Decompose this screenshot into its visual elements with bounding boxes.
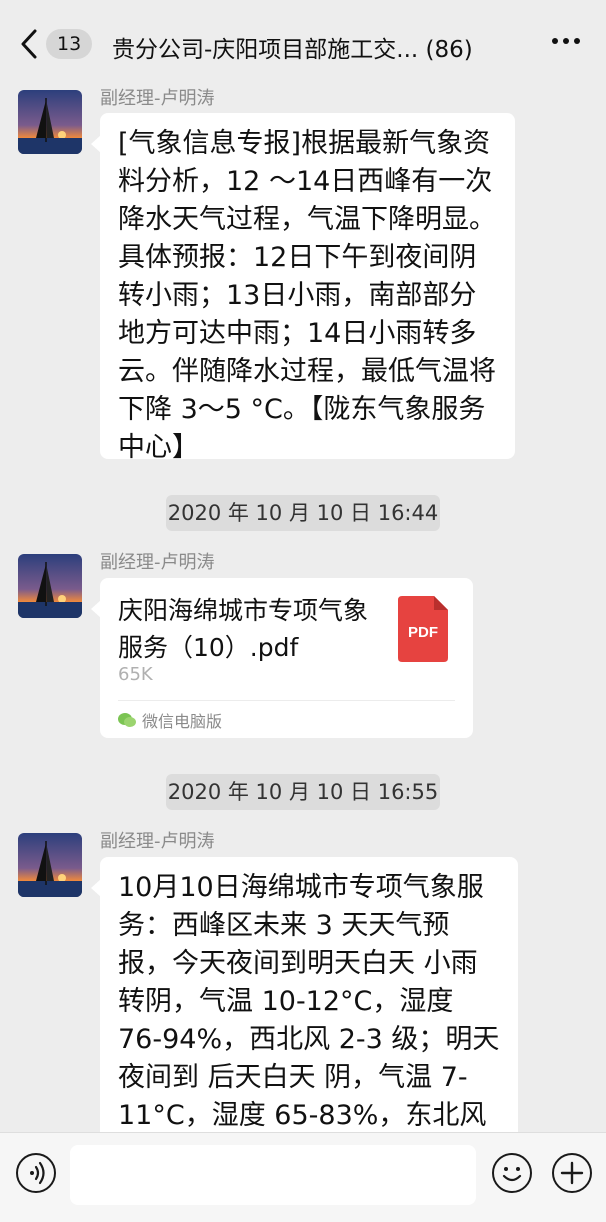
sailboat-sunset-icon [18,554,82,618]
more-functions-button[interactable] [552,1153,592,1193]
sailboat-sunset-icon [18,833,82,897]
voice-input-button[interactable] [16,1153,56,1193]
avatar[interactable] [18,554,82,618]
plus-icon [560,1161,584,1185]
chat-header: 13 贵分公司-庆阳项目部施工交... (86) [0,0,606,80]
file-name: 庆阳海绵城市专项气象服务（10）.pdf [118,596,369,662]
file-size: 65K [118,664,153,685]
file-source-label: 微信电脑版 [142,712,223,731]
timestamp: 2020 年 10 月 10 日 16:44 [166,495,440,531]
back-button[interactable]: 13 [18,28,93,60]
file-message-card[interactable]: 庆阳海绵城市专项气象服务（10）.pdf PDF 65K 微信电脑版 [91,578,473,738]
avatar[interactable] [18,833,82,897]
message-bubble[interactable]: [气象信息专报]根据最新气象资料分析，12 ～14日西峰有一次降水天气过程，气温… [91,113,515,463]
sailboat-sunset-icon [18,90,82,154]
timestamp: 2020 年 10 月 10 日 16:55 [166,774,440,810]
chat-title: 贵分公司-庆阳项目部施工交... (86) [112,37,473,63]
file-source: 微信电脑版 [118,708,222,732]
voice-wave-icon [30,1161,45,1185]
unread-count-badge: 13 [46,29,93,59]
message-input[interactable] [70,1145,476,1205]
sender-name: 副经理-卢明涛 [100,552,215,573]
avatar[interactable] [18,90,82,154]
pdf-file-icon: PDF [398,596,448,662]
wechat-icon [118,713,136,727]
message-bubble[interactable]: 10月10日海绵城市专项气象服务：西峰区未来 3 天天气预报，今天夜间到明天白天… [91,857,518,1132]
sender-name: 副经理-卢明涛 [100,831,215,852]
sender-name: 副经理-卢明涛 [100,88,215,109]
more-dot-icon [574,38,580,44]
emoji-button[interactable] [492,1153,532,1193]
more-options-button[interactable] [552,38,580,44]
message-list[interactable]: 副经理-卢明涛 [气象信息专报]根据最新气象资料分析，12 ～14日西峰有一次降… [0,80,606,1132]
more-dot-icon [563,38,569,44]
smiley-icon [502,1167,522,1182]
more-dot-icon [552,38,558,44]
pdf-label: PDF [408,624,438,641]
input-bar [0,1132,606,1222]
chevron-left-icon [21,29,37,59]
divider [118,700,455,701]
